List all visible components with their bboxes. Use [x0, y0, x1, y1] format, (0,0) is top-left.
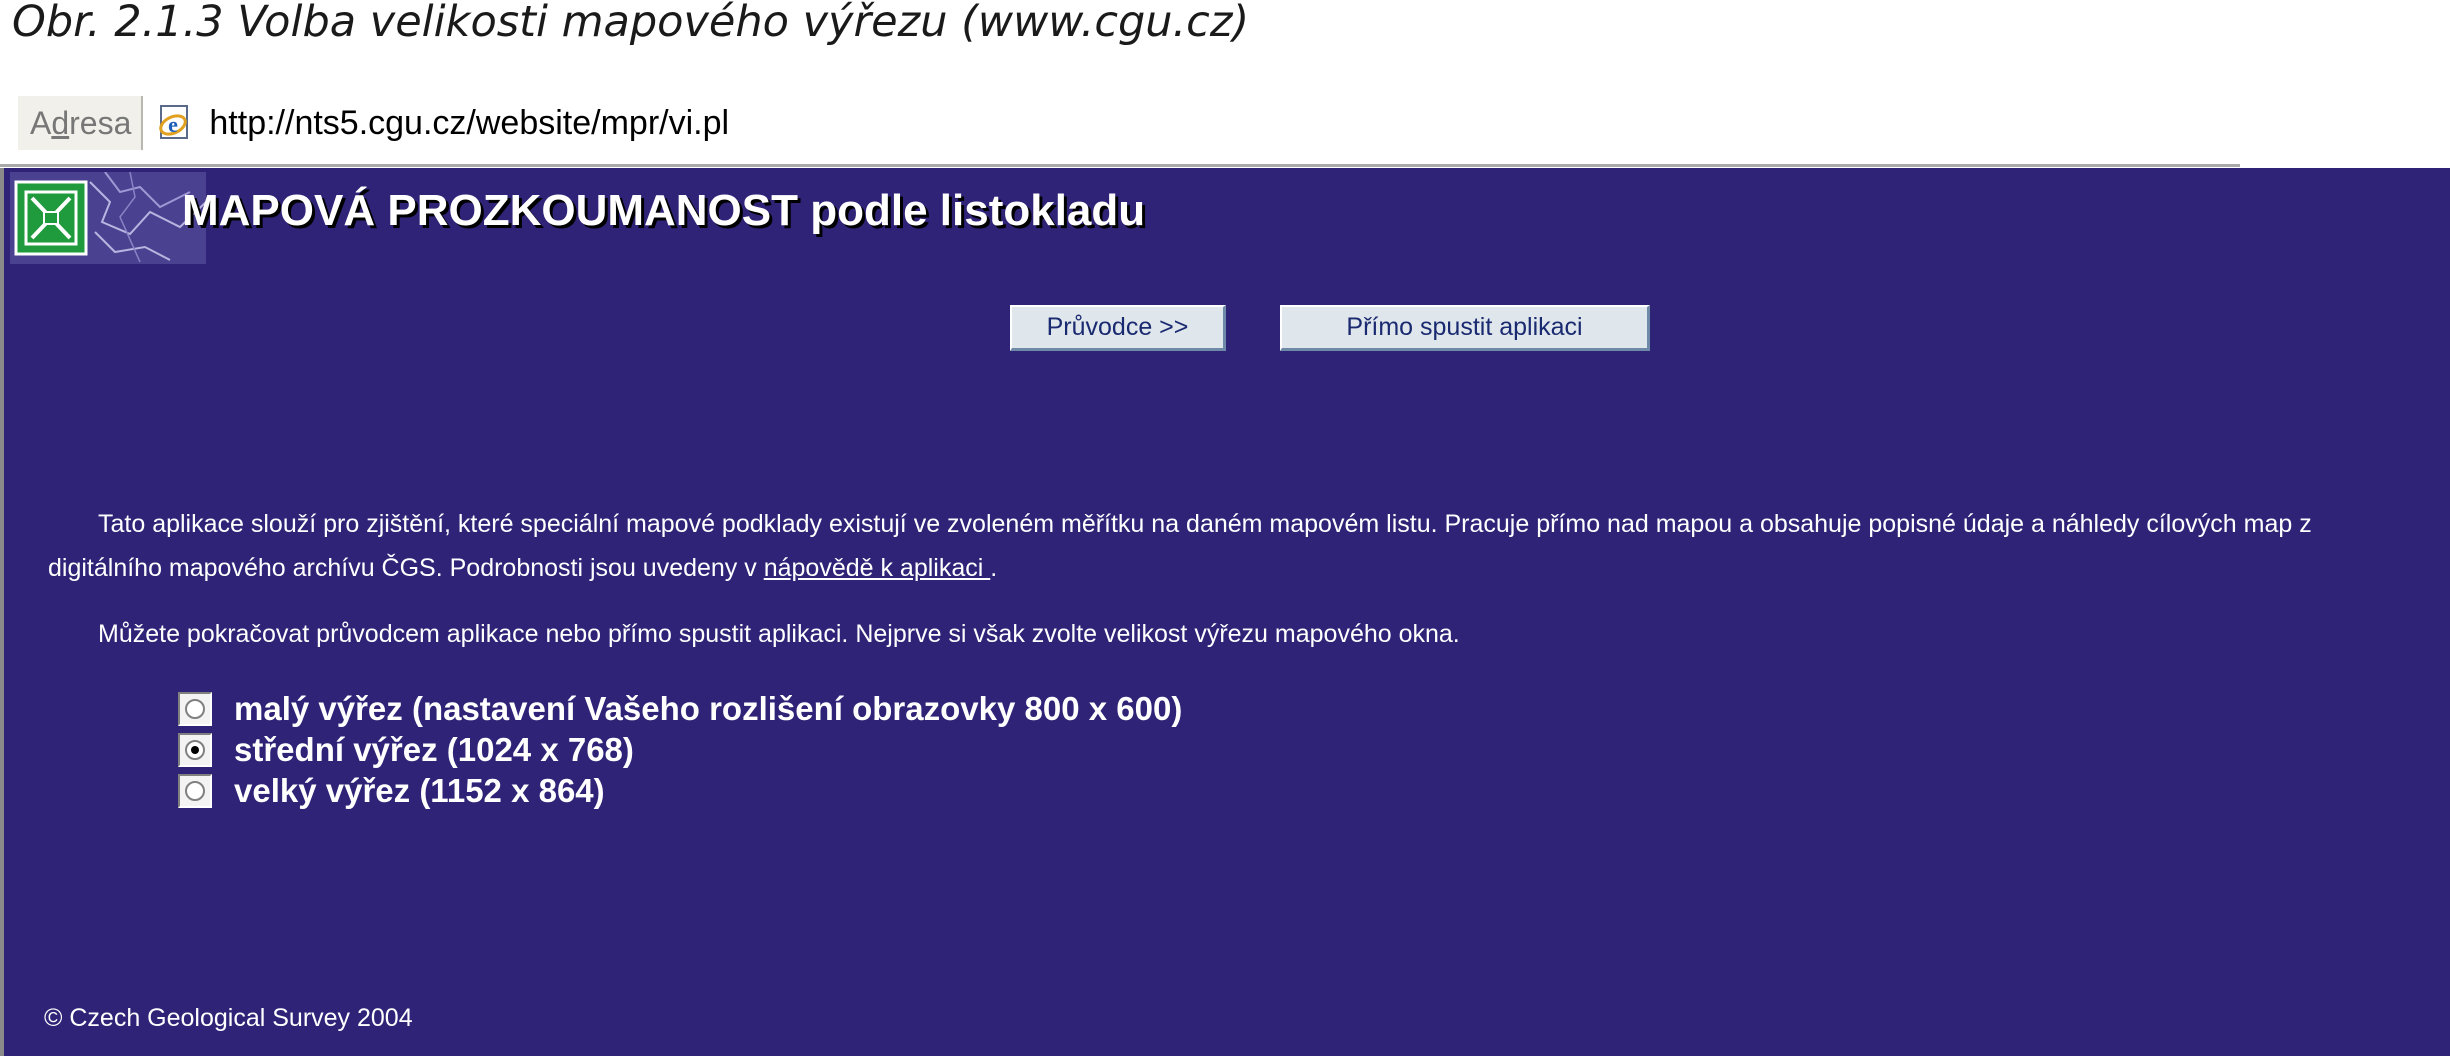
radio-ring-icon: [185, 739, 205, 760]
svg-text:e: e: [169, 112, 179, 137]
intro-text: Tato aplikace slouží pro zjištění, které…: [48, 510, 2312, 582]
address-label-suffix: resa: [69, 105, 132, 141]
radio-small[interactable]: [178, 691, 212, 726]
web-page: MAPOVÁ PROZKOUMANOST podle listokladu Pr…: [0, 168, 2450, 1056]
instruction-paragraph: Můžete pokračovat průvodcem aplikace neb…: [98, 620, 1460, 648]
start-app-button[interactable]: Přímo spustit aplikaci: [1280, 305, 1650, 351]
option-small[interactable]: malý výřez (nastavení Vašeho rozlišení o…: [178, 688, 1182, 729]
option-large[interactable]: velký výřez (1152 x 864): [178, 770, 1182, 811]
window-size-options: malý výřez (nastavení Vašeho rozlišení o…: [178, 688, 1182, 811]
address-bar: Adresa e http://nts5.cgu.cz/website/mpr/…: [18, 92, 2238, 154]
intro-after: .: [990, 554, 998, 582]
address-bar-divider: [0, 164, 2240, 167]
address-label: Adresa: [18, 96, 144, 150]
ie-page-icon: e: [153, 101, 197, 145]
address-label-accel: d: [51, 105, 70, 141]
cgs-logo-icon: [10, 171, 207, 264]
option-label: malý výřez (nastavení Vašeho rozlišení o…: [234, 689, 1183, 727]
option-label: velký výřez (1152 x 864): [234, 771, 605, 809]
intro-paragraph: Tato aplikace slouží pro zjištění, které…: [48, 502, 2428, 590]
option-medium[interactable]: střední výřez (1024 x 768): [178, 729, 1182, 770]
copyright-footer: © Czech Geological Survey 2004: [44, 1004, 413, 1032]
guide-button[interactable]: Průvodce >>: [1010, 305, 1226, 351]
address-label-prefix: A: [30, 105, 52, 141]
figure-caption: Obr. 2.1.3 Volba velikosti mapového výře…: [12, 0, 1250, 47]
radio-ring-icon: [185, 698, 205, 719]
radio-selected-dot-icon: [191, 745, 199, 754]
radio-medium[interactable]: [178, 732, 212, 767]
help-link[interactable]: nápovědě k aplikaci: [764, 554, 991, 582]
radio-large[interactable]: [178, 773, 212, 808]
radio-ring-icon: [185, 780, 205, 801]
address-url[interactable]: http://nts5.cgu.cz/website/mpr/vi.pl: [209, 104, 729, 143]
app-title: MAPOVÁ PROZKOUMANOST podle listokladu: [182, 186, 1146, 235]
option-label: střední výřez (1024 x 768): [234, 730, 634, 768]
